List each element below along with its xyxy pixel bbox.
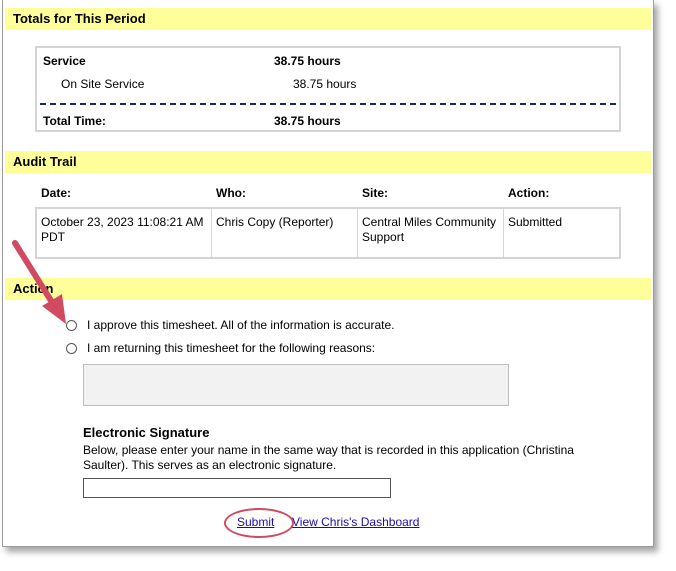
total-time-value: 38.75 hours [274,114,341,128]
totals-box: Service 38.75 hours On Site Service 38.7… [35,46,621,132]
signature-title: Electronic Signature [83,425,210,440]
return-radio[interactable] [66,343,77,354]
audit-col-who: Who: [216,186,246,200]
view-dashboard-link[interactable]: View Chris's Dashboard [292,515,419,529]
signature-input[interactable] [83,478,391,498]
service-value: 38.75 hours [274,54,341,68]
onsite-label: On Site Service [61,77,145,91]
audit-action: Submitted [508,215,563,229]
audit-who: Chris Copy (Reporter) [212,209,358,257]
audit-site: Central Miles Community Support [358,209,504,257]
totals-header: Totals for This Period [5,8,651,30]
submit-highlight-circle [224,508,294,538]
audit-date: October 23, 2023 11:08:21 AM PDT [37,209,212,257]
total-time-label: Total Time: [43,114,106,128]
totals-divider [40,103,616,105]
audit-col-action: Action: [508,186,550,200]
table-row: October 23, 2023 11:08:21 AM PDT Chris C… [35,207,621,259]
audit-header: Audit Trail [5,151,651,173]
audit-col-date: Date: [41,186,72,200]
reasons-textarea[interactable] [83,364,509,406]
timesheet-panel: Totals for This Period Service 38.75 hou… [2,0,654,547]
approve-radio[interactable] [66,320,77,331]
action-header: Action [5,278,651,300]
onsite-value: 38.75 hours [293,77,357,91]
service-label: Service [43,54,86,68]
approve-label[interactable]: I approve this timesheet. All of the inf… [87,318,395,332]
signature-help: Below, please enter your name in the sam… [83,443,574,472]
return-label[interactable]: I am returning this timesheet for the fo… [87,341,375,355]
audit-col-site: Site: [362,186,389,200]
